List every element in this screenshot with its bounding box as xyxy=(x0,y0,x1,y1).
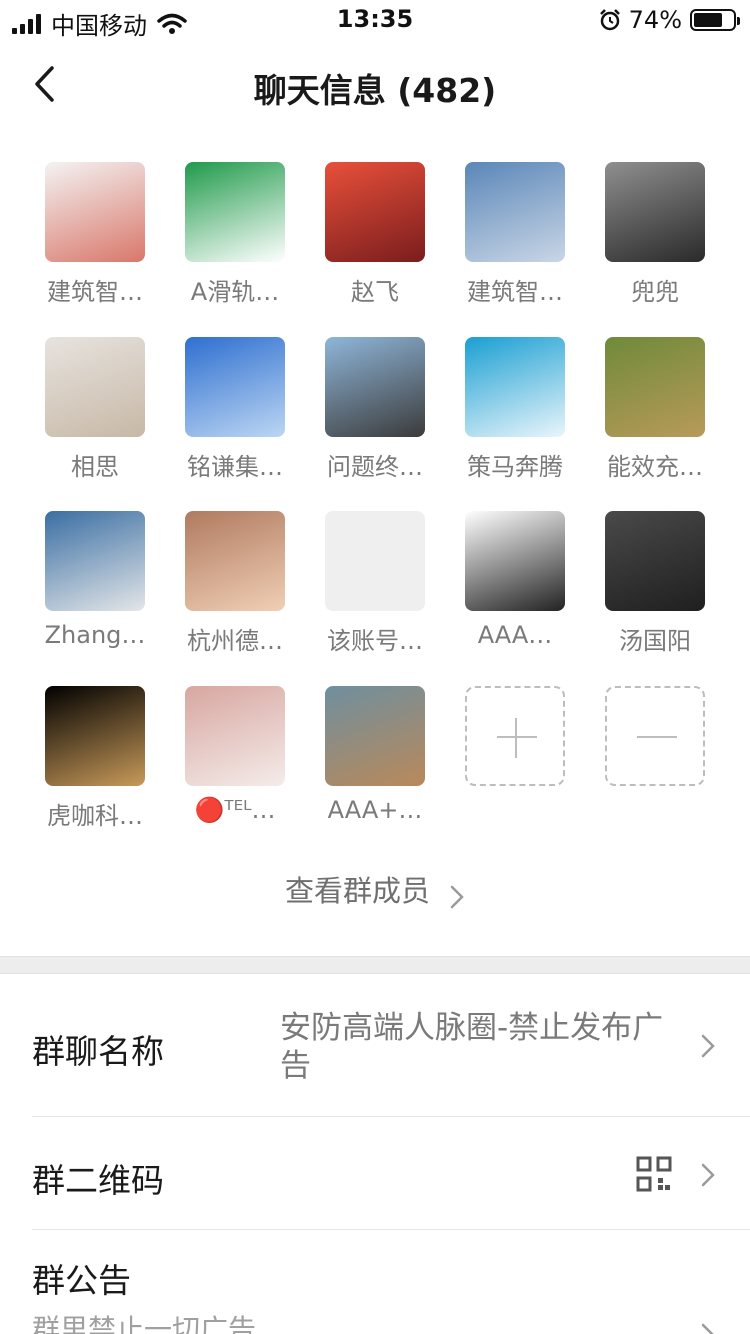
member-name: 铭谦集… xyxy=(187,453,283,481)
member-name: 汤国阳 xyxy=(619,627,691,655)
member-name: AAA… xyxy=(477,621,553,649)
chevron-right-icon xyxy=(450,885,464,908)
avatar xyxy=(605,337,705,437)
avatar xyxy=(185,511,285,611)
member-name: 问题终… xyxy=(327,453,423,481)
member-name: 建筑智… xyxy=(467,278,563,306)
battery-level xyxy=(694,13,723,27)
member-name: 能效充… xyxy=(607,453,703,481)
avatar xyxy=(605,162,705,262)
group-qr-row[interactable]: 群二维码 xyxy=(0,1118,750,1230)
member-item[interactable]: 策马奔腾 xyxy=(450,337,580,487)
avatar xyxy=(325,162,425,262)
view-members-label: 查看群成员 xyxy=(284,874,430,908)
chevron-right-icon xyxy=(701,1163,715,1187)
member-item[interactable]: 虎咖科… xyxy=(30,686,160,836)
group-name-value: 安防高端人脉圈-禁止发布广告 xyxy=(280,1010,664,1084)
member-name: AAA+… xyxy=(327,796,423,824)
avatar xyxy=(465,511,565,611)
qr-code-icon xyxy=(636,1156,672,1192)
alarm-icon xyxy=(599,9,620,31)
member-item[interactable]: AAA+… xyxy=(310,686,440,836)
battery-icon xyxy=(690,9,740,31)
group-name-row[interactable]: 群聊名称 安防高端人脉圈-禁止发布广告 xyxy=(0,975,750,1117)
member-item[interactable]: 汤国阳 xyxy=(590,511,720,661)
member-item[interactable]: 建筑智… xyxy=(30,162,160,312)
member-item[interactable]: 🔴ᵀᴱᴸ… xyxy=(170,686,300,836)
add-member-button[interactable] xyxy=(465,686,565,786)
avatar xyxy=(605,511,705,611)
member-item[interactable]: 赵飞 xyxy=(310,162,440,312)
avatar xyxy=(325,337,425,437)
avatar xyxy=(465,162,565,262)
member-item[interactable]: A滑轨… xyxy=(170,162,300,312)
group-qr-label: 群二维码 xyxy=(32,1161,164,1200)
avatar xyxy=(45,511,145,611)
member-name: 杭州德… xyxy=(187,627,283,655)
avatar xyxy=(325,511,425,611)
remove-member-button[interactable] xyxy=(605,686,705,786)
page-title: 聊天信息 (482) xyxy=(253,71,497,110)
member-item[interactable]: 铭谦集… xyxy=(170,337,300,487)
member-name: 赵飞 xyxy=(351,278,399,306)
member-name: 该账号… xyxy=(327,627,423,655)
member-item[interactable]: 问题终… xyxy=(310,337,440,487)
member-item[interactable]: 能效充… xyxy=(590,337,720,487)
member-item[interactable]: Zhang… xyxy=(30,511,160,661)
avatar xyxy=(325,686,425,786)
avatar xyxy=(185,162,285,262)
status-right: 74% xyxy=(599,6,740,34)
status-bar: 中国移动 13:35 74% xyxy=(0,0,750,40)
avatar xyxy=(45,686,145,786)
avatar xyxy=(45,337,145,437)
avatar xyxy=(185,686,285,786)
member-name: 兜兜 xyxy=(631,278,679,306)
member-name: Zhang… xyxy=(44,621,146,649)
group-notice-label: 群公告 xyxy=(32,1261,131,1300)
chevron-right-icon xyxy=(701,1034,715,1058)
avatar xyxy=(45,162,145,262)
battery-percent: 74% xyxy=(628,6,682,34)
nav-bar: 聊天信息 (482) xyxy=(0,50,750,120)
group-name-label: 群聊名称 xyxy=(32,1032,164,1071)
avatar xyxy=(185,337,285,437)
member-item[interactable]: 该账号… xyxy=(310,511,440,661)
member-name: 相思 xyxy=(71,453,119,481)
member-name: 🔴ᵀᴱᴸ… xyxy=(194,796,276,824)
member-name: A滑轨… xyxy=(190,278,280,306)
member-name: 虎咖科… xyxy=(47,802,143,830)
group-notice-value: 群里禁止一切广告 xyxy=(32,1313,257,1334)
member-item[interactable]: 建筑智… xyxy=(450,162,580,312)
avatar xyxy=(465,337,565,437)
view-members-button[interactable]: 查看群成员 xyxy=(0,868,750,918)
member-name: 策马奔腾 xyxy=(467,453,563,481)
row-divider xyxy=(32,1116,750,1117)
member-item[interactable]: AAA… xyxy=(450,511,580,661)
chevron-right-icon xyxy=(701,1323,714,1334)
member-name: 建筑智… xyxy=(47,278,143,306)
member-item[interactable]: 相思 xyxy=(30,337,160,487)
member-item[interactable]: 杭州德… xyxy=(170,511,300,661)
member-item[interactable]: 兜兜 xyxy=(590,162,720,312)
section-divider xyxy=(0,956,750,974)
group-notice-row[interactable]: 群公告 群里禁止一切广告 xyxy=(0,1230,750,1334)
